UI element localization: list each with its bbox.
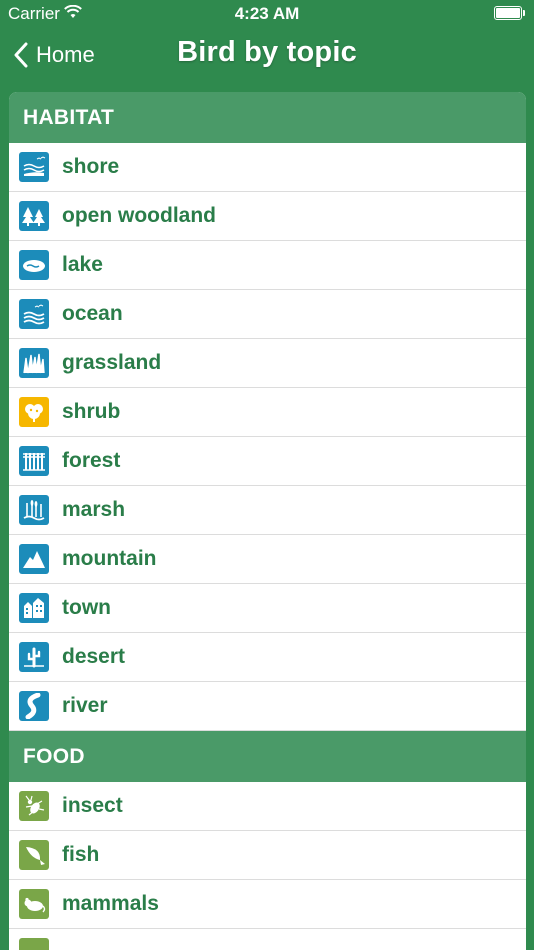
ocean-icon <box>19 299 49 329</box>
food-icon <box>19 938 49 950</box>
list-item-marsh[interactable]: marsh <box>9 486 526 535</box>
list-item-label: insect <box>62 794 123 817</box>
lake-icon <box>19 250 49 280</box>
section-header-food: FOOD <box>9 731 526 782</box>
list-item-forest[interactable]: forest <box>9 437 526 486</box>
list-item-label: grassland <box>62 351 162 374</box>
forest-icon <box>19 446 49 476</box>
list-item-label: mammals <box>62 892 159 915</box>
list-item-label: town <box>62 596 111 619</box>
list-item-label: lake <box>62 253 103 276</box>
list-item-river[interactable]: river <box>9 682 526 731</box>
town-icon <box>19 593 49 623</box>
list-item-label: ocean <box>62 302 123 325</box>
shore-icon <box>19 152 49 182</box>
list-item-label: shrub <box>62 400 121 423</box>
fish-icon <box>19 840 49 870</box>
grassland-icon <box>19 348 49 378</box>
marsh-icon <box>19 495 49 525</box>
insect-icon <box>19 791 49 821</box>
shrub-icon <box>19 397 49 427</box>
list-item-desert[interactable]: desert <box>9 633 526 682</box>
list-item-label: shore <box>62 155 120 178</box>
list-item-ocean[interactable]: ocean <box>9 290 526 339</box>
page-title: Bird by topic <box>177 36 357 68</box>
list-item-town[interactable]: town <box>9 584 526 633</box>
list-item-label: open woodland <box>62 204 216 227</box>
list-item-label: mountain <box>62 547 157 570</box>
status-bar: Carrier 4:23 AM <box>0 0 534 28</box>
section-header-habitat: HABITAT <box>9 92 526 143</box>
desert-icon <box>19 642 49 672</box>
list-item-label: fish <box>62 843 100 866</box>
topic-list: HABITAT shore open woodland lake ocean g… <box>9 92 526 950</box>
list-item-lake[interactable]: lake <box>9 241 526 290</box>
list-item-partial[interactable] <box>9 929 526 950</box>
list-item-fish[interactable]: fish <box>9 831 526 880</box>
list-item-insect[interactable]: insect <box>9 782 526 831</box>
mammals-icon <box>19 889 49 919</box>
list-item-shore[interactable]: shore <box>9 143 526 192</box>
navigation-bar: Home Bird by topic <box>0 28 534 82</box>
clock: 4:23 AM <box>234 4 300 23</box>
list-item-open-woodland[interactable]: open woodland <box>9 192 526 241</box>
open-woodland-icon <box>19 201 49 231</box>
list-item-label: marsh <box>62 498 126 521</box>
battery-icon <box>494 6 525 20</box>
list-item-mountain[interactable]: mountain <box>9 535 526 584</box>
list-item-label: river <box>62 694 108 717</box>
mountain-icon <box>19 544 49 574</box>
list-item-mammals[interactable]: mammals <box>9 880 526 929</box>
river-icon <box>19 691 49 721</box>
list-item-shrub[interactable]: shrub <box>9 388 526 437</box>
list-item-grassland[interactable]: grassland <box>9 339 526 388</box>
list-item-label: desert <box>62 645 126 668</box>
list-item-label: forest <box>62 449 121 472</box>
